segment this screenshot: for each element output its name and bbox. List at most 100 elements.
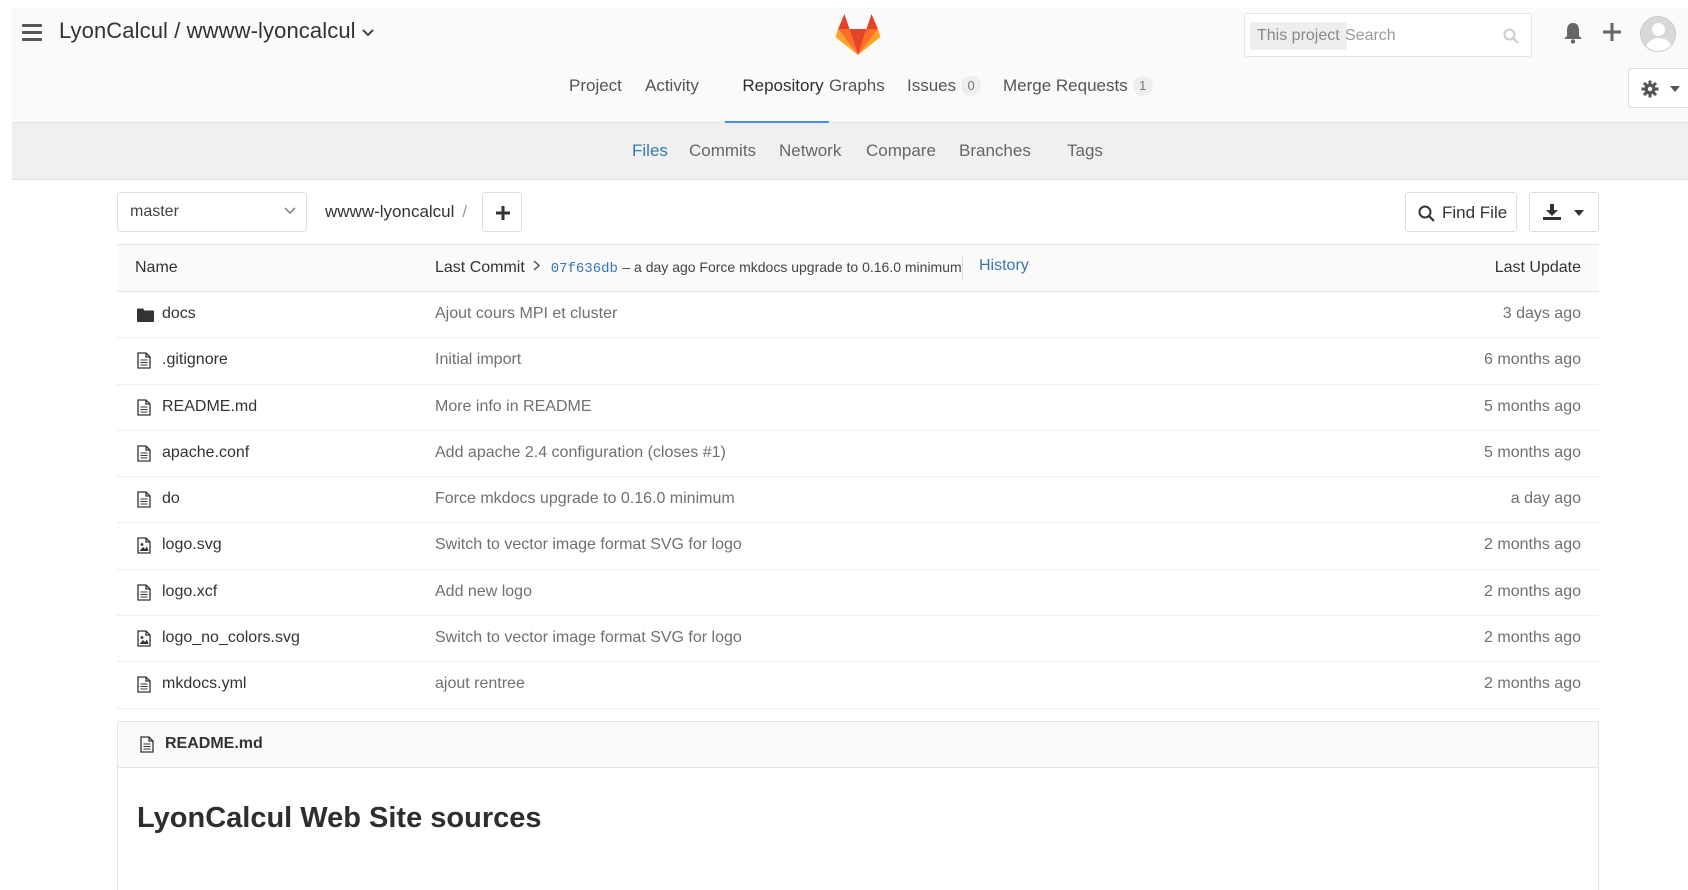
last-update-date: 2 months ago — [1484, 675, 1581, 693]
table-row[interactable]: do Force mkdocs upgrade to 0.16.0 minimum… — [117, 477, 1599, 524]
hamburger-menu-icon[interactable] — [22, 24, 44, 42]
plus-icon[interactable] — [1603, 23, 1621, 41]
settings-dropdown-button[interactable] — [1628, 68, 1688, 108]
subnav-files[interactable]: Files — [632, 141, 668, 161]
history-link[interactable]: History — [962, 257, 1029, 281]
last-update-date: 2 months ago — [1484, 536, 1581, 554]
last-update-date: 5 months ago — [1484, 397, 1581, 415]
branch-select[interactable]: master — [117, 192, 307, 232]
project-path[interactable]: LyonCalcul / wwww-lyoncalcul — [59, 18, 356, 43]
subnav-network[interactable]: Network — [779, 141, 841, 161]
col-name-header: Name — [135, 259, 178, 276]
file-icon — [137, 398, 151, 421]
file-icon — [137, 584, 151, 606]
image-file-icon — [137, 630, 151, 652]
commit-message-link[interactable]: Force mkdocs upgrade to 0.16.0 minimum — [435, 490, 735, 508]
last-update-date: 2 months ago — [1484, 582, 1581, 600]
chevron-right-icon — [533, 260, 541, 271]
merge-requests-count-badge: 1 — [1132, 76, 1153, 96]
top-header: LyonCalcul / wwww-lyoncalcul This projec… — [12, 8, 1688, 123]
col-last-update-header: Last Update — [1494, 259, 1581, 276]
file-name-link[interactable]: apache.conf — [162, 444, 249, 462]
breadcrumb: wwww-lyoncalcul / — [325, 202, 467, 222]
table-header: Name Last Commit 07f636db – a day ago Fo… — [117, 244, 1599, 292]
commit-message-link[interactable]: More info in README — [435, 398, 592, 416]
table-row[interactable]: apache.conf Add apache 2.4 configuration … — [117, 431, 1599, 478]
file-name-link[interactable]: do — [162, 490, 180, 508]
col-last-commit-label: Last Commit — [435, 259, 525, 276]
table-row[interactable]: logo_no_colors.svg Switch to vector image… — [117, 616, 1599, 663]
search-scope-label: This project — [1250, 22, 1347, 50]
gitlab-logo-icon[interactable] — [835, 13, 881, 57]
search-box[interactable]: This project — [1244, 13, 1532, 57]
file-name-link[interactable]: README.md — [162, 398, 257, 416]
breadcrumb-root[interactable]: wwww-lyoncalcul — [325, 202, 454, 221]
file-icon — [137, 491, 151, 513]
readme-panel: README.md LyonCalcul Web Site sources — [117, 721, 1599, 890]
table-row[interactable]: logo.svg Switch to vector image format SV… — [117, 523, 1599, 570]
search-input[interactable] — [1345, 22, 1495, 50]
commit-message-link[interactable]: Ajout cours MPI et cluster — [435, 305, 617, 323]
readme-filename[interactable]: README.md — [165, 735, 263, 753]
commit-message-link[interactable]: Switch to vector image format SVG for lo… — [435, 536, 742, 554]
file-icon — [137, 445, 151, 467]
download-icon — [1543, 204, 1561, 220]
file-name-link[interactable]: .gitignore — [162, 351, 228, 369]
nav-activity[interactable]: Activity — [645, 76, 699, 123]
caret-down-icon — [1574, 210, 1584, 216]
main-nav: Project Activity Repository Graphs Issue… — [12, 70, 1688, 123]
nav-project[interactable]: Project — [569, 76, 622, 123]
subnav-branches[interactable]: Branches — [959, 141, 1031, 161]
subnav-commits[interactable]: Commits — [689, 141, 756, 161]
nav-issues[interactable]: Issues 0 — [907, 76, 982, 123]
nav-merge-requests[interactable]: Merge Requests 1 — [1003, 76, 1153, 123]
add-file-button[interactable] — [482, 192, 522, 232]
table-row[interactable]: .gitignore Initial import 6 months ago — [117, 338, 1599, 385]
commit-message-link[interactable]: Add new logo — [435, 583, 532, 601]
commit-sha-link[interactable]: 07f636db — [551, 261, 618, 277]
chevron-down-icon — [284, 207, 296, 215]
last-commit-header: Last Commit 07f636db – a day ago Force m… — [435, 259, 962, 277]
bell-icon[interactable] — [1563, 22, 1583, 44]
table-row[interactable]: docs Ajout cours MPI et cluster 3 days ago — [117, 292, 1599, 339]
file-name-link[interactable]: docs — [162, 305, 196, 323]
file-icon — [137, 676, 151, 698]
table-row[interactable]: mkdocs.yml ajout rentree 2 months ago — [117, 662, 1599, 709]
file-name-link[interactable]: logo.xcf — [162, 583, 217, 601]
subnav-compare[interactable]: Compare — [866, 141, 936, 161]
last-update-date: a day ago — [1510, 490, 1581, 508]
subnav-tags[interactable]: Tags — [1067, 141, 1103, 161]
commit-message-link[interactable]: Add apache 2.4 configuration (closes #1) — [435, 444, 726, 462]
file-icon — [140, 736, 154, 753]
nav-repository[interactable]: Repository — [725, 76, 829, 123]
project-title[interactable]: LyonCalcul / wwww-lyoncalcul — [59, 18, 374, 44]
caret-down-icon — [1670, 86, 1680, 92]
sub-nav: Files Commits Network Compare Branches T… — [12, 123, 1688, 180]
find-file-button[interactable]: Find File — [1405, 192, 1517, 232]
readme-header: README.md — [118, 722, 1598, 768]
breadcrumb-separator: / — [462, 202, 468, 221]
folder-icon — [137, 308, 154, 327]
file-tree-table: Name Last Commit 07f636db – a day ago Fo… — [117, 244, 1599, 709]
table-row[interactable]: README.md More info in README 5 months ago — [117, 385, 1599, 431]
search-icon — [1418, 205, 1435, 222]
commit-message-link[interactable]: ajout rentree — [435, 675, 525, 693]
commit-message-link[interactable]: Initial import — [435, 351, 521, 369]
user-avatar[interactable] — [1640, 16, 1676, 52]
last-update-date: 5 months ago — [1484, 443, 1581, 461]
download-dropdown-button[interactable] — [1529, 192, 1599, 232]
search-icon — [1503, 28, 1519, 44]
chevron-down-icon[interactable] — [361, 24, 374, 40]
page: LyonCalcul / wwww-lyoncalcul This projec… — [12, 8, 1688, 890]
plus-icon — [496, 206, 510, 220]
file-name-link[interactable]: mkdocs.yml — [162, 675, 246, 693]
file-name-link[interactable]: logo.svg — [162, 536, 222, 554]
table-row[interactable]: logo.xcf Add new logo 2 months ago — [117, 570, 1599, 617]
last-commit-info: – a day ago Force mkdocs upgrade to 0.16… — [622, 259, 962, 275]
last-update-date: 2 months ago — [1484, 629, 1581, 647]
file-name-link[interactable]: logo_no_colors.svg — [162, 629, 300, 647]
commit-message-link[interactable]: Switch to vector image format SVG for lo… — [435, 629, 742, 647]
nav-graphs[interactable]: Graphs — [829, 76, 885, 123]
gear-icon — [1641, 80, 1659, 98]
issues-count-badge: 0 — [961, 76, 982, 96]
